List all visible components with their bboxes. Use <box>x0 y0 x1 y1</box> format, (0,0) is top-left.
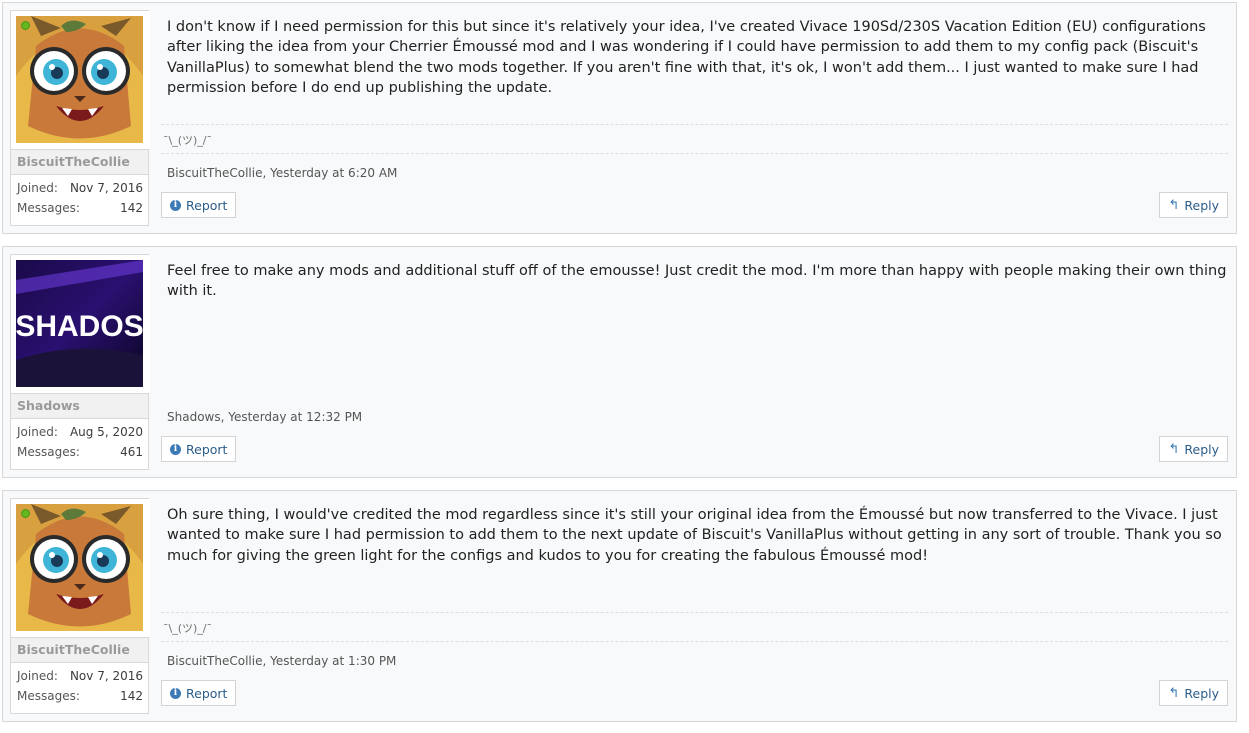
messages-value: 461 <box>120 445 143 459</box>
signature: ¯\_(ツ)_/¯ <box>161 124 1228 152</box>
avatar[interactable] <box>16 504 143 631</box>
user-card: BiscuitTheCollie Joined: Nov 7, 2016 Mess… <box>10 10 150 226</box>
username[interactable]: BiscuitTheCollie <box>11 637 148 663</box>
joined-value: Nov 7, 2016 <box>69 181 143 195</box>
report-button[interactable]: i Report <box>161 436 237 462</box>
messages-label: Messages: <box>17 445 80 459</box>
avatar[interactable]: SHADOS <box>16 260 143 387</box>
joined-value: Nov 7, 2016 <box>69 669 143 683</box>
post-body: Feel free to make any mods and additiona… <box>167 263 1227 300</box>
messages-label: Messages: <box>17 201 80 215</box>
post-meta[interactable]: BiscuitTheCollie, Yesterday at 1:30 PM <box>167 654 396 668</box>
online-status-icon <box>21 21 30 30</box>
reply-icon: ↰ <box>1168 441 1180 457</box>
report-button[interactable]: i Report <box>161 192 237 218</box>
reply-button[interactable]: ↰ Reply <box>1159 436 1228 462</box>
joined-label: Joined: <box>17 669 58 683</box>
post-meta[interactable]: BiscuitTheCollie, Yesterday at 6:20 AM <box>167 166 397 180</box>
info-icon: i <box>170 199 181 211</box>
reply-icon: ↰ <box>1168 197 1180 213</box>
post-body: Oh sure thing, I would've credited the m… <box>167 507 1222 564</box>
messages-value: 142 <box>120 689 143 703</box>
username[interactable]: Shadows <box>11 393 148 419</box>
signature: ¯\_(ツ)_/¯ <box>161 612 1228 640</box>
user-card: BiscuitTheCollie Joined: Nov 7, 2016 Mess… <box>10 498 150 714</box>
cat-avatar-icon <box>16 504 143 631</box>
online-status-icon <box>21 509 30 518</box>
reply-icon: ↰ <box>1168 685 1180 701</box>
messages-value: 142 <box>120 201 143 215</box>
svg-text:SHADOS: SHADOS <box>16 310 143 343</box>
report-button[interactable]: i Report <box>161 680 237 706</box>
reply-button[interactable]: ↰ Reply <box>1159 192 1228 218</box>
reply-button[interactable]: ↰ Reply <box>1159 680 1228 706</box>
joined-label: Joined: <box>17 181 58 195</box>
post-body: I don't know if I need permission for th… <box>167 19 1206 97</box>
messages-label: Messages: <box>17 689 80 703</box>
joined-value: Aug 5, 2020 <box>69 425 143 439</box>
shados-logo-icon: SHADOS <box>16 260 143 387</box>
post-meta[interactable]: Shadows, Yesterday at 12:32 PM <box>167 410 362 424</box>
user-card: SHADOS Shadows Joined: Aug 5, 2020 Messag… <box>10 254 150 470</box>
username[interactable]: BiscuitTheCollie <box>11 149 148 175</box>
forum-post: BiscuitTheCollie Joined: Nov 7, 2016 Mess… <box>2 490 1237 722</box>
info-icon: i <box>170 443 181 455</box>
joined-label: Joined: <box>17 425 58 439</box>
cat-avatar-icon <box>16 16 143 143</box>
info-icon: i <box>170 687 181 699</box>
avatar[interactable] <box>16 16 143 143</box>
forum-post: SHADOS Shadows Joined: Aug 5, 2020 Messag… <box>2 246 1237 478</box>
forum-post: BiscuitTheCollie Joined: Nov 7, 2016 Mess… <box>2 2 1237 234</box>
